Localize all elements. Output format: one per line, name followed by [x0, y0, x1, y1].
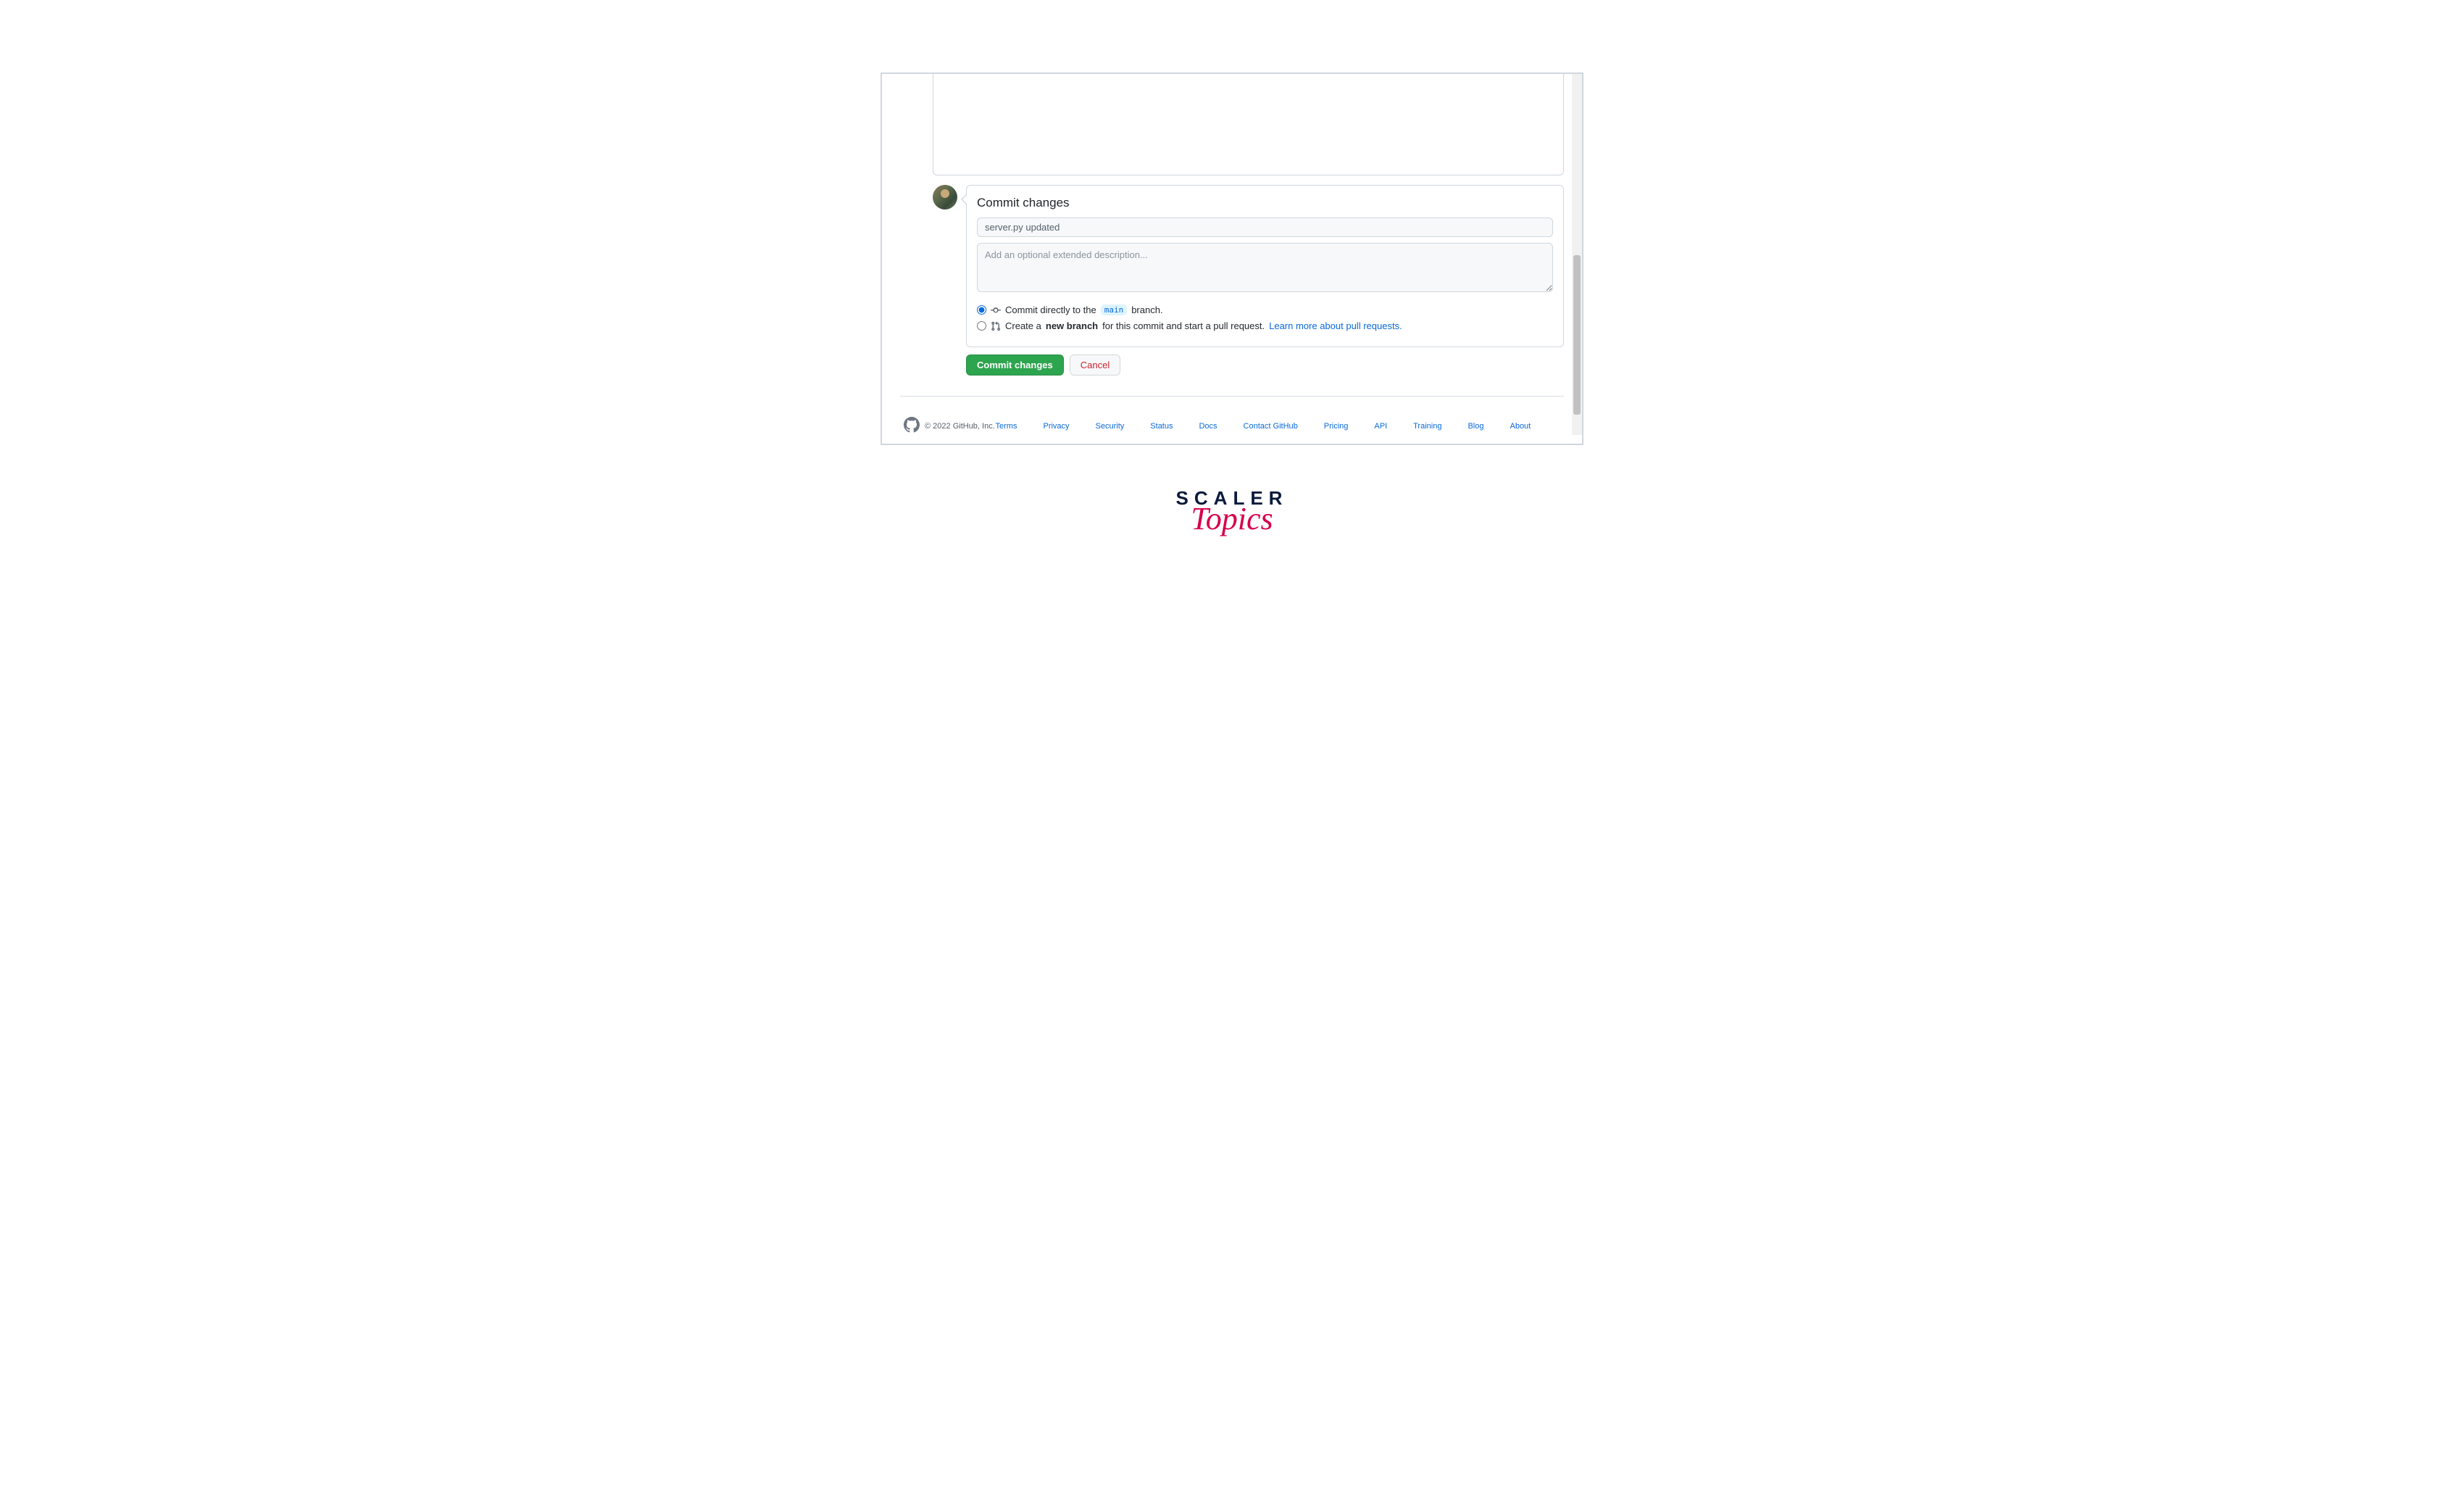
footer-link-about[interactable]: About	[1510, 422, 1531, 431]
scaler-watermark: SCALER Topics	[725, 489, 1739, 535]
commit-direct-radio[interactable]	[977, 305, 986, 315]
git-commit-icon	[991, 305, 1001, 315]
commit-direct-text-suffix: branch.	[1131, 304, 1162, 315]
commit-heading: Commit changes	[977, 196, 1553, 210]
footer-link-terms[interactable]: Terms	[996, 422, 1017, 431]
footer: © 2022 GitHub, Inc. Terms Privacy Securi…	[900, 396, 1564, 435]
learn-more-link[interactable]: Learn more about pull requests.	[1269, 320, 1402, 331]
footer-link-contact[interactable]: Contact GitHub	[1244, 422, 1298, 431]
commit-panel: Commit changes Commit directly to the ma…	[966, 185, 1564, 347]
github-mark-icon[interactable]	[904, 417, 920, 435]
footer-link-privacy[interactable]: Privacy	[1043, 422, 1069, 431]
scaler-logo-bottom: Topics	[725, 503, 1739, 535]
commit-direct-option[interactable]: Commit directly to the main branch.	[977, 304, 1553, 315]
commit-description-textarea[interactable]	[977, 243, 1553, 292]
footer-link-status[interactable]: Status	[1150, 422, 1173, 431]
commit-direct-text-prefix: Commit directly to the	[1005, 304, 1096, 315]
avatar[interactable]	[933, 185, 957, 210]
git-pull-request-icon	[991, 321, 1001, 331]
footer-link-security[interactable]: Security	[1096, 422, 1125, 431]
commit-summary-input[interactable]	[977, 217, 1553, 237]
newbranch-prefix: Create a	[1005, 320, 1041, 331]
footer-copyright: © 2022 GitHub, Inc.	[925, 422, 995, 431]
footer-link-training[interactable]: Training	[1413, 422, 1441, 431]
footer-link-pricing[interactable]: Pricing	[1324, 422, 1349, 431]
branch-chip: main	[1101, 304, 1128, 315]
newbranch-middle: for this commit and start a pull request…	[1102, 320, 1265, 331]
footer-link-api[interactable]: API	[1374, 422, 1387, 431]
code-editor-body[interactable]	[933, 74, 1564, 175]
scrollbar[interactable]	[1572, 74, 1582, 435]
footer-links: Terms Privacy Security Status Docs Conta…	[995, 422, 1531, 431]
footer-link-blog[interactable]: Blog	[1468, 422, 1483, 431]
scrollbar-thumb[interactable]	[1573, 255, 1581, 415]
screenshot-frame: Commit changes Commit directly to the ma…	[881, 72, 1583, 445]
footer-link-docs[interactable]: Docs	[1199, 422, 1217, 431]
commit-changes-button[interactable]: Commit changes	[966, 354, 1064, 376]
commit-newbranch-radio[interactable]	[977, 321, 986, 331]
newbranch-strong: new branch	[1046, 320, 1098, 331]
cancel-button[interactable]: Cancel	[1070, 354, 1120, 376]
commit-newbranch-option[interactable]: Create a new branch for this commit and …	[977, 320, 1553, 331]
